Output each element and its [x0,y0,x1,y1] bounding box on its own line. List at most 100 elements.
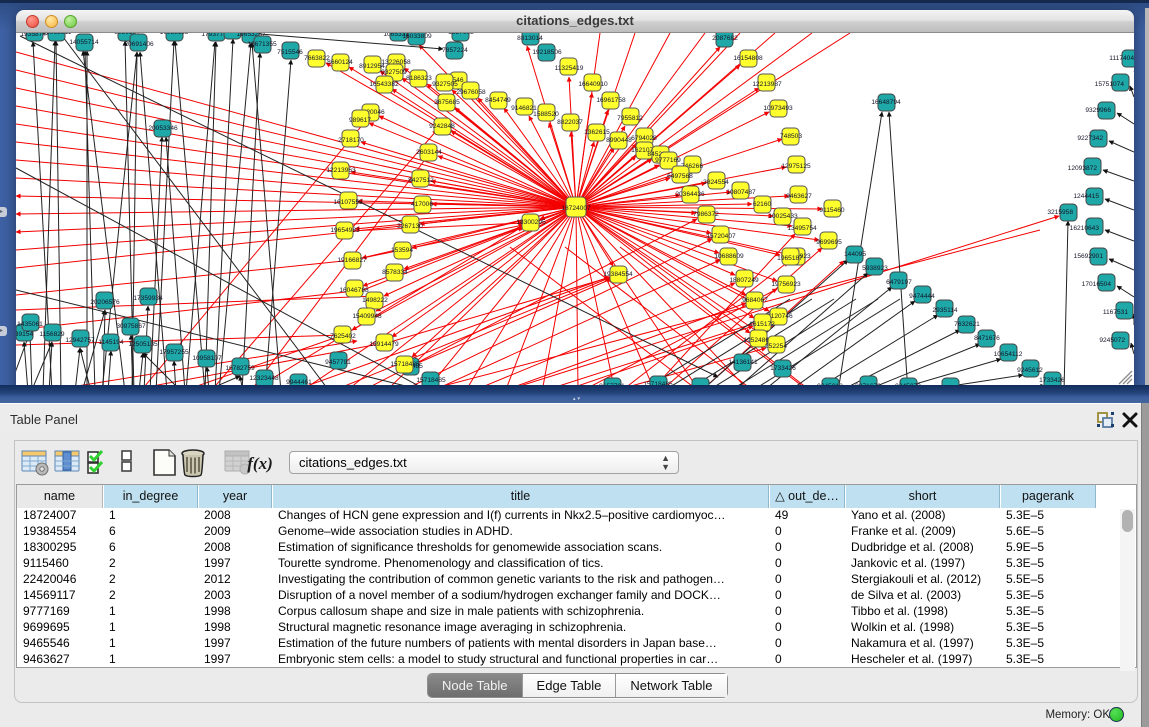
svg-text:18724007: 18724007 [561,205,591,212]
svg-text:10973493: 10973493 [763,105,793,112]
svg-text:6479197: 6479197 [886,279,912,286]
svg-text:16640910: 16640910 [578,81,608,88]
svg-text:16782759: 16782759 [225,365,255,372]
svg-text:11325419: 11325419 [555,65,584,72]
svg-text:3675685: 3675685 [434,99,460,106]
svg-text:16107553: 16107553 [333,199,363,206]
svg-text:8813014: 8813014 [517,35,543,42]
svg-text:2087682: 2087682 [712,35,738,42]
svg-text:12213963: 12213963 [326,167,356,174]
svg-text:12213987: 12213987 [752,81,782,88]
svg-text:16543382: 16543382 [369,81,399,88]
svg-text:5938923: 5938923 [862,265,888,272]
svg-text:144095: 144095 [844,251,866,258]
svg-text:8454749: 8454749 [485,97,511,104]
svg-text:9245612: 9245612 [1017,367,1043,374]
svg-text:1244415: 1244415 [1073,193,1099,200]
svg-text:29676058: 29676058 [456,89,486,96]
svg-text:8471676: 8471676 [974,335,1000,342]
svg-text:14055714: 14055714 [69,39,99,46]
svg-text:18807249: 18807249 [729,277,759,284]
svg-text:16671355: 16671355 [247,41,277,48]
svg-text:9227342: 9227342 [1077,135,1103,142]
svg-text:10688609: 10688609 [714,253,744,260]
svg-text:13495754: 13495754 [787,225,817,232]
svg-text:8660124: 8660124 [327,59,353,66]
svg-text:16033809: 16033809 [402,33,432,40]
svg-text:6497568: 6497568 [667,173,693,180]
svg-text:14136141: 14136141 [728,359,758,366]
svg-text:19384554: 19384554 [603,271,633,278]
svg-text:19166827: 19166827 [337,257,367,264]
svg-text:6794028: 6794028 [631,135,657,142]
svg-text:1527602: 1527602 [448,33,474,36]
svg-text:1156829: 1156829 [39,331,65,338]
svg-text:12975125: 12975125 [781,163,811,170]
svg-text:252254: 252254 [765,343,787,350]
svg-text:16154808: 16154808 [733,55,763,62]
svg-text:8186323: 8186323 [406,75,432,82]
svg-text:1733426: 1733426 [1039,377,1065,384]
svg-text:15751074: 15751074 [1095,81,1125,88]
svg-text:7515546: 7515546 [277,49,303,56]
svg-text:10958107: 10958107 [192,355,222,362]
svg-text:20691406: 20691406 [124,41,154,48]
svg-text:153594: 153594 [391,247,413,254]
svg-text:16648794: 16648794 [871,99,901,106]
svg-text:12323448: 12323448 [249,375,279,382]
svg-text:17016504: 17016504 [1082,281,1112,288]
svg-text:8822037: 8822037 [557,119,583,126]
svg-text:62160: 62160 [753,201,772,208]
svg-text:2935114: 2935114 [932,307,958,314]
svg-text:19218506: 19218506 [532,49,562,56]
svg-text:1498222: 1498222 [362,297,388,304]
svg-text:1965187: 1965187 [777,255,803,262]
svg-text:16933811: 16933811 [43,33,72,36]
svg-text:7986372: 7986372 [693,211,719,218]
svg-text:1145194: 1145194 [98,339,124,346]
svg-text:9329966: 9329966 [1085,107,1111,114]
svg-text:3215958: 3215958 [1047,209,1073,216]
svg-text:1733426: 1733426 [770,365,796,372]
svg-text:17957255: 17957255 [159,349,189,356]
svg-text:15409948: 15409948 [352,313,382,320]
svg-text:8990448: 8990448 [606,137,632,144]
svg-text:8427512: 8427512 [408,177,434,184]
svg-text:9699695: 9699695 [816,239,842,246]
svg-text:3824554: 3824554 [703,179,729,186]
svg-text:12942757: 12942757 [65,337,95,344]
svg-text:9327505: 9327505 [432,81,458,88]
svg-text:16210643: 16210643 [1070,225,1100,232]
svg-text:30975867: 30975867 [116,323,146,330]
svg-text:7625402: 7625402 [330,333,356,340]
svg-text:1615172: 1615172 [749,321,775,328]
svg-text:9463627: 9463627 [786,193,812,200]
svg-text:9457791: 9457791 [325,359,351,366]
svg-text:16938113: 16938113 [160,33,189,36]
svg-text:748503: 748503 [780,133,802,140]
svg-text:989617: 989617 [349,117,371,124]
svg-text:417006: 417006 [411,201,433,208]
svg-text:1435061: 1435061 [17,321,43,328]
svg-text:3267130: 3267130 [397,223,423,230]
svg-text:12093872: 12093872 [1068,165,1098,172]
svg-text:2718170: 2718170 [338,137,364,144]
svg-text:7632621: 7632621 [954,321,980,328]
svg-text:9474444: 9474444 [909,293,935,300]
svg-text:16914479: 16914479 [369,341,399,348]
svg-text:20206576: 20206576 [90,299,120,306]
svg-text:7857224: 7857224 [442,47,468,54]
svg-text:15720407: 15720407 [706,233,736,240]
svg-text:20364436: 20364436 [675,191,705,198]
svg-text:1117404: 1117404 [1109,55,1134,62]
svg-text:16046788: 16046788 [339,287,369,294]
svg-text:9777169: 9777169 [655,157,681,164]
svg-text:39154: 39154 [16,331,33,338]
svg-text:2603144: 2603144 [416,149,442,156]
svg-text:15692901: 15692901 [1074,253,1104,260]
svg-text:9245072: 9245072 [1099,337,1125,344]
svg-text:9242848: 9242848 [429,123,455,130]
svg-text:1588520: 1588520 [533,111,559,118]
svg-text:10807487: 10807487 [726,189,756,196]
svg-text:17359934: 17359934 [133,295,163,302]
